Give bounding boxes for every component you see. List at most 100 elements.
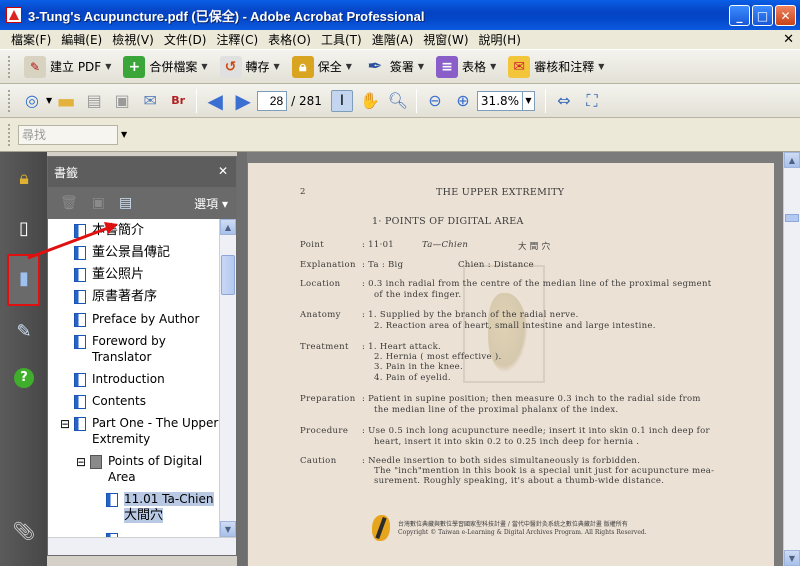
bookmark-label: 董公景昌傳記 xyxy=(92,245,171,260)
organizer-icon[interactable]: ◎ xyxy=(21,90,43,112)
search-document-icon[interactable]: Br xyxy=(167,90,189,112)
export-icon: ↺ xyxy=(219,55,242,78)
zoom-dropdown-icon[interactable]: ▼ xyxy=(522,90,535,111)
bookmark-item[interactable]: Preface by Author xyxy=(74,311,199,328)
caution-label: Caution xyxy=(300,456,337,466)
pen-icon: ✒ xyxy=(367,56,383,77)
attachments-paperclip-icon[interactable]: 📎︎ xyxy=(11,517,37,545)
security-lock-icon[interactable]: 🔒︎ xyxy=(11,164,37,192)
bookmarks-tab-icon[interactable]: ▮ xyxy=(11,264,37,292)
options-menu[interactable]: 選項 ▾ xyxy=(194,195,228,212)
bookmark-item[interactable]: Points of Digital xyxy=(90,453,202,470)
bookmark-item-continued[interactable]: Area xyxy=(108,469,136,486)
pages-icon[interactable]: ▯ xyxy=(11,214,37,242)
document-scrollbar[interactable]: ▲ ▼ xyxy=(783,152,800,566)
bookmarks-toolbar: 🗑︎ ▣ ▤ 選項 ▾ xyxy=(48,187,236,219)
title-bar: 3-Tung's Acupuncture.pdf (已保全) - Adobe A… xyxy=(0,0,800,30)
bookmark-label: 11.01 Ta-Chien xyxy=(124,492,214,506)
close-button[interactable]: ✕ xyxy=(775,5,796,26)
toolbar-grip[interactable] xyxy=(8,55,12,78)
tree-collapse-toggle[interactable]: ⊟ xyxy=(76,454,86,471)
close-panel-icon[interactable]: ✕ xyxy=(218,164,228,178)
scroll-thumb[interactable] xyxy=(221,255,235,295)
new-bookmark-icon[interactable]: ▣ xyxy=(92,195,105,211)
combine-files-button[interactable]: + 合併檔案 ▼ xyxy=(117,54,213,80)
point-name: Ta—Chien xyxy=(422,240,469,250)
menu-help[interactable]: 說明(H) xyxy=(474,31,526,48)
menu-edit[interactable]: 編輯(E) xyxy=(56,31,107,48)
create-pdf-button[interactable]: ✎ 建立 PDF ▼ xyxy=(18,54,117,80)
next-page-icon[interactable]: ▶ xyxy=(232,89,254,113)
bookmark-item[interactable]: 董公景昌傳記 xyxy=(74,244,171,261)
bookmark-item-continued[interactable]: Translator xyxy=(92,349,151,366)
scroll-down-icon[interactable]: ▼ xyxy=(220,521,236,537)
export-button[interactable]: ↺ 轉存 ▼ xyxy=(214,54,286,80)
bookmark-item[interactable]: Part One - The Upper xyxy=(74,415,218,432)
toolbar-grip[interactable] xyxy=(8,123,12,146)
bookmark-item-selected[interactable]: 11.01 Ta-Chien xyxy=(106,491,214,508)
toolbar-grip[interactable] xyxy=(8,89,12,112)
chevron-down-icon: ▼ xyxy=(417,62,425,71)
maximize-button[interactable]: □ xyxy=(752,5,773,26)
menu-comments[interactable]: 注釋(C) xyxy=(211,31,263,48)
sign-button[interactable]: ✒ 簽署 ▼ xyxy=(358,54,430,80)
forms-button[interactable]: ≡ 表格 ▼ xyxy=(430,54,502,80)
comment-bubble-icon: ✉ xyxy=(508,55,531,78)
signatures-icon[interactable]: ✎ xyxy=(11,317,37,345)
secure-button[interactable]: 🔒︎ 保全 ▼ xyxy=(286,54,358,80)
bookmark-item[interactable]: Contents xyxy=(74,393,146,410)
zoom-tool-icon[interactable]: 🔍︎ xyxy=(387,90,409,112)
bookmark-item-continued[interactable]: Extremity xyxy=(92,431,150,448)
bookmark-item[interactable]: Introduction xyxy=(74,371,165,388)
email-icon[interactable]: ✉ xyxy=(139,90,161,112)
zoom-out-icon[interactable]: ⊖ xyxy=(424,90,446,112)
menu-forms[interactable]: 表格(O) xyxy=(263,31,316,48)
find-input[interactable]: 尋找 xyxy=(18,124,118,145)
review-comment-button[interactable]: ✉ 審核和注釋 ▼ xyxy=(502,54,610,80)
find-dropdown-icon[interactable]: ▼ xyxy=(121,130,127,139)
bookmarks-horizontal-scrollbar[interactable] xyxy=(48,537,236,555)
previous-page-icon[interactable]: ◀ xyxy=(204,89,226,113)
zoom-level-input[interactable]: 31.8% xyxy=(476,90,523,111)
expand-bookmark-icon[interactable]: ▤ xyxy=(119,195,132,211)
menu-view[interactable]: 檢視(V) xyxy=(107,31,159,48)
scroll-up-icon[interactable]: ▲ xyxy=(220,219,236,235)
bookmark-item[interactable]: Foreword by xyxy=(74,333,166,350)
fit-page-icon[interactable]: ⛶ xyxy=(581,90,603,112)
menu-document[interactable]: 文件(D) xyxy=(159,31,212,48)
bookmark-item[interactable]: 董公照片 xyxy=(74,266,144,283)
tree-collapse-toggle[interactable]: ⊟ xyxy=(60,416,70,433)
chevron-down-icon[interactable]: ▼ xyxy=(46,96,52,105)
bookmark-icon xyxy=(74,395,86,409)
menu-advanced[interactable]: 進階(A) xyxy=(367,31,419,48)
search-toolbar: 尋找 ▼ xyxy=(0,118,800,152)
zoom-in-icon[interactable]: ⊕ xyxy=(452,90,474,112)
procedure-line-1: : Use 0.5 inch long acupuncture needle; … xyxy=(362,426,710,436)
scroll-thumb[interactable] xyxy=(785,214,799,222)
menu-window[interactable]: 視窗(W) xyxy=(418,31,473,48)
page-number-input[interactable] xyxy=(257,90,288,111)
print-icon[interactable]: ▤ xyxy=(83,90,105,112)
bookmark-item[interactable]: 本書簡介 xyxy=(74,222,144,239)
chevron-down-icon: ▼ xyxy=(598,62,605,71)
fit-width-icon[interactable]: ⇔ xyxy=(553,90,575,112)
scroll-down-icon[interactable]: ▼ xyxy=(784,550,800,566)
hand-tool-icon[interactable]: ✋ xyxy=(359,90,381,112)
review-comment-label: 審核和注釋 xyxy=(534,60,595,74)
minimize-button[interactable]: _ xyxy=(729,5,750,26)
bookmark-item-selected-continued[interactable]: 大間穴 xyxy=(124,507,164,524)
open-folder-icon[interactable]: ▬ xyxy=(55,89,77,113)
save-icon[interactable]: ▣ xyxy=(111,90,133,112)
bookmark-item[interactable]: 原書著者序 xyxy=(74,288,157,305)
select-text-icon[interactable]: I xyxy=(330,89,353,112)
pane-splitter[interactable] xyxy=(237,152,247,566)
menu-file[interactable]: 檔案(F) xyxy=(6,31,56,48)
scroll-up-icon[interactable]: ▲ xyxy=(784,152,800,168)
delete-bookmark-icon[interactable]: 🗑︎ xyxy=(60,195,78,211)
export-label: 轉存 xyxy=(245,60,270,74)
document-close-icon[interactable]: ✕ xyxy=(783,32,794,47)
menu-tools[interactable]: 工具(T) xyxy=(316,31,367,48)
help-icon[interactable]: ? xyxy=(11,364,37,392)
forms-label: 表格 xyxy=(462,60,487,74)
bookmarks-scrollbar[interactable]: ▲ ▼ xyxy=(219,219,236,537)
